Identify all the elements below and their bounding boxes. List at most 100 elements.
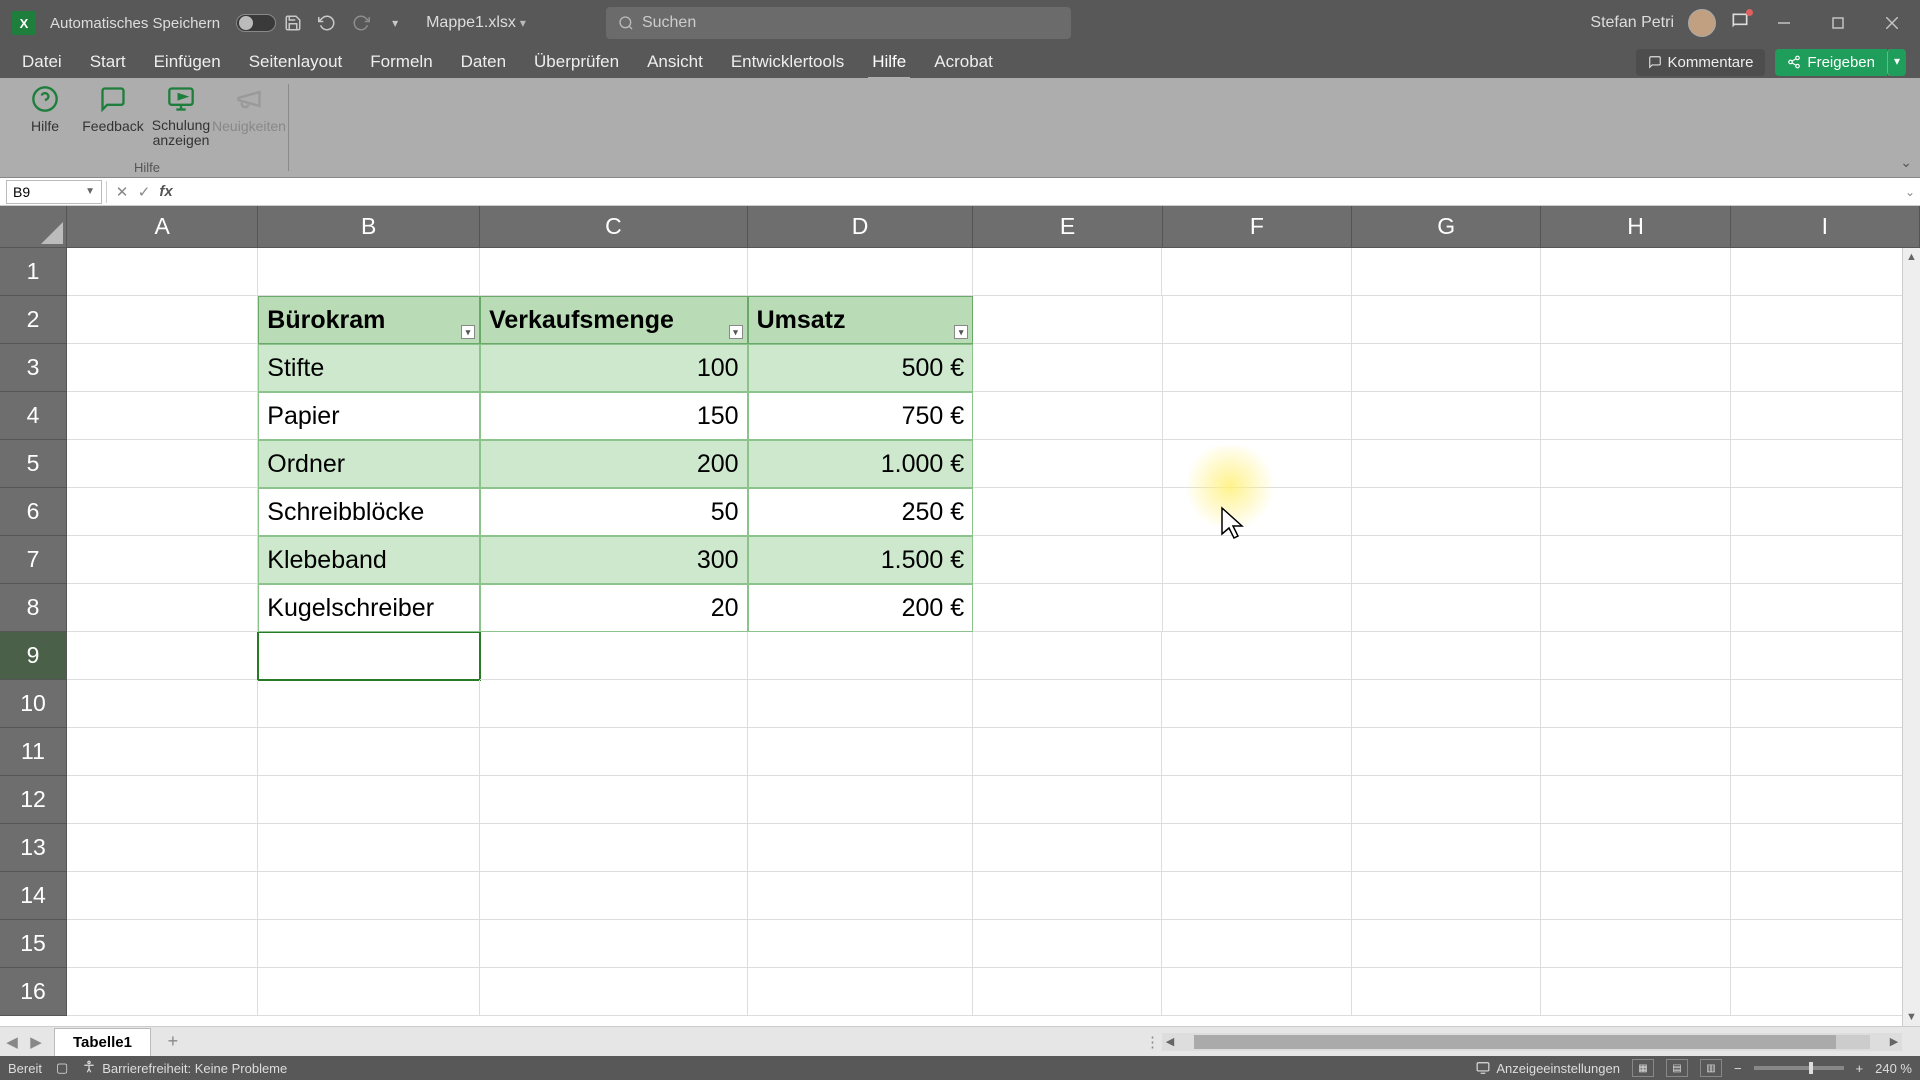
cell[interactable] xyxy=(1541,680,1730,728)
undo-icon[interactable] xyxy=(316,12,338,34)
cell-D1[interactable] xyxy=(748,248,974,296)
cell[interactable] xyxy=(1541,584,1730,632)
cell[interactable] xyxy=(1163,536,1352,584)
redo-icon[interactable] xyxy=(350,12,372,34)
cell[interactable] xyxy=(1731,536,1920,584)
add-sheet-button[interactable]: + xyxy=(159,1031,187,1052)
cell-G1[interactable] xyxy=(1352,248,1541,296)
autosave-toggle[interactable] xyxy=(236,14,276,32)
table-cell[interactable]: 250 € xyxy=(748,488,974,536)
cell-I1[interactable] xyxy=(1731,248,1920,296)
cell-E1[interactable] xyxy=(973,248,1162,296)
row-header-3[interactable]: 3 xyxy=(0,344,67,392)
cell[interactable] xyxy=(1352,680,1541,728)
cell[interactable] xyxy=(1162,872,1351,920)
row-header-7[interactable]: 7 xyxy=(0,536,67,584)
cell[interactable] xyxy=(1163,392,1352,440)
tab-ueberpruefen[interactable]: Überprüfen xyxy=(520,46,633,78)
cell-A3[interactable] xyxy=(67,344,258,392)
qat-dropdown-icon[interactable]: ▾ xyxy=(384,12,406,34)
cell[interactable] xyxy=(67,968,258,1016)
cell[interactable] xyxy=(973,776,1162,824)
select-all-corner[interactable] xyxy=(0,206,67,248)
cell-H1[interactable] xyxy=(1541,248,1730,296)
col-header-A[interactable]: A xyxy=(67,206,258,248)
cell[interactable] xyxy=(1163,344,1352,392)
accessibility-icon[interactable] xyxy=(82,1060,96,1077)
scroll-thumb[interactable] xyxy=(1194,1035,1836,1049)
macro-record-icon[interactable]: ▢ xyxy=(56,1060,68,1076)
cell[interactable] xyxy=(1352,968,1541,1016)
display-settings-button[interactable]: Anzeigeeinstellungen xyxy=(1476,1061,1620,1076)
sheet-nav-prev[interactable]: ◀ xyxy=(0,1033,24,1051)
cell[interactable] xyxy=(1541,824,1730,872)
coming-soon-icon[interactable] xyxy=(1730,11,1750,36)
filter-button[interactable]: ▾ xyxy=(461,325,475,339)
cell[interactable] xyxy=(1162,776,1351,824)
cell[interactable] xyxy=(748,680,974,728)
tab-hilfe[interactable]: Hilfe xyxy=(858,46,920,78)
cell-A2[interactable] xyxy=(67,296,258,344)
cell[interactable] xyxy=(258,680,480,728)
filter-button[interactable]: ▾ xyxy=(954,325,968,339)
close-button[interactable] xyxy=(1872,3,1912,43)
row-header-9[interactable]: 9 xyxy=(0,632,67,680)
cells-area[interactable]: Bürokram▾ Verkaufsmenge▾ Umsatz▾ Stifte … xyxy=(67,248,1920,1016)
cell-A8[interactable] xyxy=(67,584,258,632)
cell[interactable] xyxy=(1731,680,1920,728)
cell[interactable] xyxy=(1731,968,1920,1016)
cell-H2[interactable] xyxy=(1541,296,1730,344)
scroll-left-icon[interactable]: ◀ xyxy=(1162,1035,1178,1048)
training-button[interactable]: Schulung anzeigen xyxy=(150,84,212,149)
table-header-verkaufsmenge[interactable]: Verkaufsmenge▾ xyxy=(480,296,748,344)
cell[interactable] xyxy=(1731,584,1920,632)
help-button[interactable]: Hilfe xyxy=(14,84,76,149)
cell-A7[interactable] xyxy=(67,536,258,584)
horizontal-scrollbar[interactable]: ◀ ▶ xyxy=(1162,1033,1902,1051)
table-cell[interactable]: 750 € xyxy=(748,392,974,440)
cell[interactable] xyxy=(973,584,1162,632)
tab-start[interactable]: Start xyxy=(76,46,140,78)
col-header-G[interactable]: G xyxy=(1352,206,1541,248)
cell-F1[interactable] xyxy=(1162,248,1351,296)
zoom-level[interactable]: 240 % xyxy=(1875,1061,1912,1076)
cell[interactable] xyxy=(1541,920,1730,968)
cell-B9-active[interactable] xyxy=(258,632,480,680)
cell[interactable] xyxy=(973,968,1162,1016)
cell[interactable] xyxy=(480,680,747,728)
cell[interactable] xyxy=(973,632,1162,680)
formula-input[interactable] xyxy=(177,180,1900,204)
cell[interactable] xyxy=(480,728,747,776)
cell[interactable] xyxy=(258,968,480,1016)
col-header-E[interactable]: E xyxy=(973,206,1162,248)
zoom-slider[interactable] xyxy=(1754,1066,1844,1070)
maximize-button[interactable] xyxy=(1818,3,1858,43)
table-cell[interactable]: 50 xyxy=(480,488,748,536)
fx-icon[interactable]: fx xyxy=(155,183,177,200)
cell[interactable] xyxy=(1541,728,1730,776)
cell[interactable] xyxy=(258,824,480,872)
cell[interactable] xyxy=(1352,536,1541,584)
accessibility-status[interactable]: Barrierefreiheit: Keine Probleme xyxy=(102,1061,287,1076)
cell[interactable] xyxy=(1352,440,1541,488)
table-cell[interactable]: 1.000 € xyxy=(748,440,974,488)
cell[interactable] xyxy=(1731,728,1920,776)
cell-E2[interactable] xyxy=(973,296,1162,344)
col-header-F[interactable]: F xyxy=(1163,206,1352,248)
table-cell[interactable]: 200 xyxy=(480,440,748,488)
cell[interactable] xyxy=(1352,632,1541,680)
row-header-6[interactable]: 6 xyxy=(0,488,67,536)
cell[interactable] xyxy=(1162,680,1351,728)
cell[interactable] xyxy=(480,824,747,872)
row-header-13[interactable]: 13 xyxy=(0,824,67,872)
cell[interactable] xyxy=(1731,920,1920,968)
row-header-14[interactable]: 14 xyxy=(0,872,67,920)
col-header-B[interactable]: B xyxy=(258,206,480,248)
table-cell[interactable]: Kugelschreiber xyxy=(258,584,480,632)
cell-I2[interactable] xyxy=(1731,296,1920,344)
row-header-4[interactable]: 4 xyxy=(0,392,67,440)
cell[interactable] xyxy=(67,872,258,920)
cell[interactable] xyxy=(1163,488,1352,536)
table-cell[interactable]: 150 xyxy=(480,392,748,440)
user-name[interactable]: Stefan Petri xyxy=(1590,14,1674,32)
